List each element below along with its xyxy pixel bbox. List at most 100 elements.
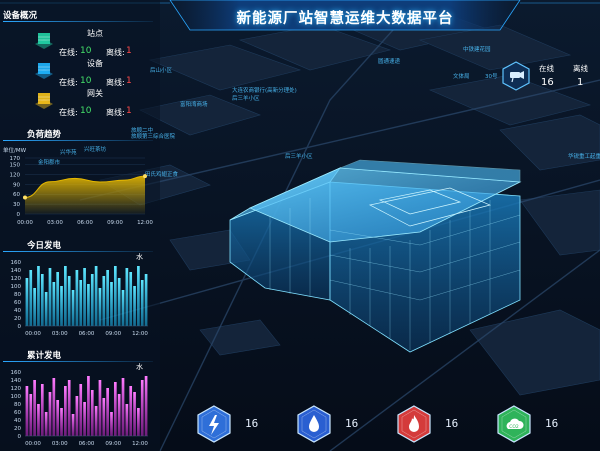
bar xyxy=(121,290,125,326)
stat-value: 16 xyxy=(245,417,259,430)
x-tick-label: 03:00 xyxy=(52,441,68,447)
cumulative-gen-chart: 0 20 40 60 80 100 120 140 160 00:00 03:00 06:00 09:0… xyxy=(11,370,149,447)
x-tick-label: 03:00 xyxy=(47,220,63,226)
bar xyxy=(79,384,83,436)
y-tick-label: 140 xyxy=(11,378,22,384)
online-label: 在线: xyxy=(59,48,78,57)
map-label: 后三羊小区 xyxy=(285,154,313,160)
map-label: 旅顺第三综合医院 xyxy=(131,134,176,140)
overview-title: 设备概况 xyxy=(3,11,38,21)
bar xyxy=(137,408,140,436)
y-tick-label: 40 xyxy=(14,308,21,314)
map-label: 圆通速递 xyxy=(378,59,401,65)
bar xyxy=(125,268,129,326)
y-tick-label: 80 xyxy=(14,292,21,298)
bar xyxy=(140,280,144,326)
y-tick-label: 160 xyxy=(11,260,22,266)
bar xyxy=(110,412,113,436)
svg-text:CO2: CO2 xyxy=(509,424,519,430)
bar xyxy=(33,380,36,436)
load-point xyxy=(23,195,27,200)
bar xyxy=(106,270,109,326)
stat-value: 16 xyxy=(445,417,459,430)
group-name: 网关 xyxy=(87,89,103,98)
water-drop-icon[interactable] xyxy=(297,405,331,443)
bar xyxy=(52,282,56,326)
lightning-icon[interactable] xyxy=(197,405,231,443)
bar xyxy=(117,278,121,326)
map-label: 后三羊小区 xyxy=(232,96,260,102)
online-label: 在线: xyxy=(59,78,78,87)
camera-icon xyxy=(502,61,530,91)
y-tick-label: 100 xyxy=(11,284,22,290)
bar xyxy=(144,274,148,326)
offline-label: 离线: xyxy=(106,78,125,87)
offline-value: 1 xyxy=(126,46,132,56)
y-tick-label: 0 xyxy=(18,434,22,440)
bar xyxy=(44,412,48,436)
bar xyxy=(40,384,44,436)
bar xyxy=(117,394,121,436)
load-point xyxy=(143,174,147,179)
bar xyxy=(71,414,75,436)
online-value: 10 xyxy=(80,106,92,116)
bar xyxy=(83,268,86,326)
bar xyxy=(67,276,71,326)
bar xyxy=(133,392,136,436)
load-trend-divider xyxy=(3,140,153,141)
bar xyxy=(83,402,86,436)
bar xyxy=(102,398,106,436)
offline-value: 1 xyxy=(126,106,132,116)
x-tick-label: 03:00 xyxy=(52,331,68,337)
load-area xyxy=(25,176,145,214)
camera-offline-value: 1 xyxy=(577,77,584,88)
bar xyxy=(98,380,102,436)
map-label: 文体局 xyxy=(453,74,470,80)
x-tick-label: 06:00 xyxy=(79,331,95,337)
y-tick-label: 140 xyxy=(11,268,22,274)
flame-icon[interactable] xyxy=(397,405,431,443)
co2-icon[interactable]: CO2 xyxy=(497,405,531,443)
bar xyxy=(40,274,44,326)
camera-badge[interactable] xyxy=(502,61,530,91)
bar xyxy=(102,276,106,326)
bar xyxy=(90,274,94,326)
bar xyxy=(140,380,144,436)
bar xyxy=(110,282,113,326)
x-tick-label: 06:00 xyxy=(77,220,93,226)
x-tick-label: 06:00 xyxy=(79,441,95,447)
x-tick-label: 12:00 xyxy=(137,220,153,226)
overview-divider xyxy=(3,21,153,22)
camera-online-label: 在线 xyxy=(539,64,554,73)
camera-online-value: 16 xyxy=(541,77,554,88)
map-label: 华锐重工起重机公司 xyxy=(568,154,600,160)
offline-value: 1 xyxy=(126,76,132,86)
bar xyxy=(125,404,129,436)
x-tick-label: 09:00 xyxy=(105,441,121,447)
y-tick-label: 120 xyxy=(10,172,21,178)
bar xyxy=(48,392,52,436)
bar xyxy=(52,378,56,436)
bar xyxy=(67,380,71,436)
x-tick-label: 00:00 xyxy=(25,331,41,337)
today-gen-title: 今日发电 xyxy=(27,241,62,251)
group-name: 设备 xyxy=(87,59,103,68)
bar xyxy=(64,266,67,326)
y-tick-label: 60 xyxy=(14,300,21,306)
today-gen-divider xyxy=(3,251,153,252)
online-value: 10 xyxy=(80,46,92,56)
title-bar: 新能源厂站智慧运维大数据平台 xyxy=(195,0,495,34)
bar xyxy=(94,266,98,326)
bar xyxy=(37,266,40,326)
bar xyxy=(137,266,140,326)
y-tick-label: 0 xyxy=(18,324,22,330)
bar xyxy=(98,288,102,326)
bar xyxy=(60,286,63,326)
y-tick-label: 0 xyxy=(17,212,21,218)
camera-offline-label: 离线 xyxy=(573,64,588,73)
load-trend-chart: 0 30 60 90 120 150170 00:00 03:00 06:00 09:00 12:0… xyxy=(10,156,154,226)
bar xyxy=(121,378,125,436)
x-tick-label: 00:00 xyxy=(17,220,33,226)
bar xyxy=(25,278,29,326)
bar xyxy=(133,286,136,326)
